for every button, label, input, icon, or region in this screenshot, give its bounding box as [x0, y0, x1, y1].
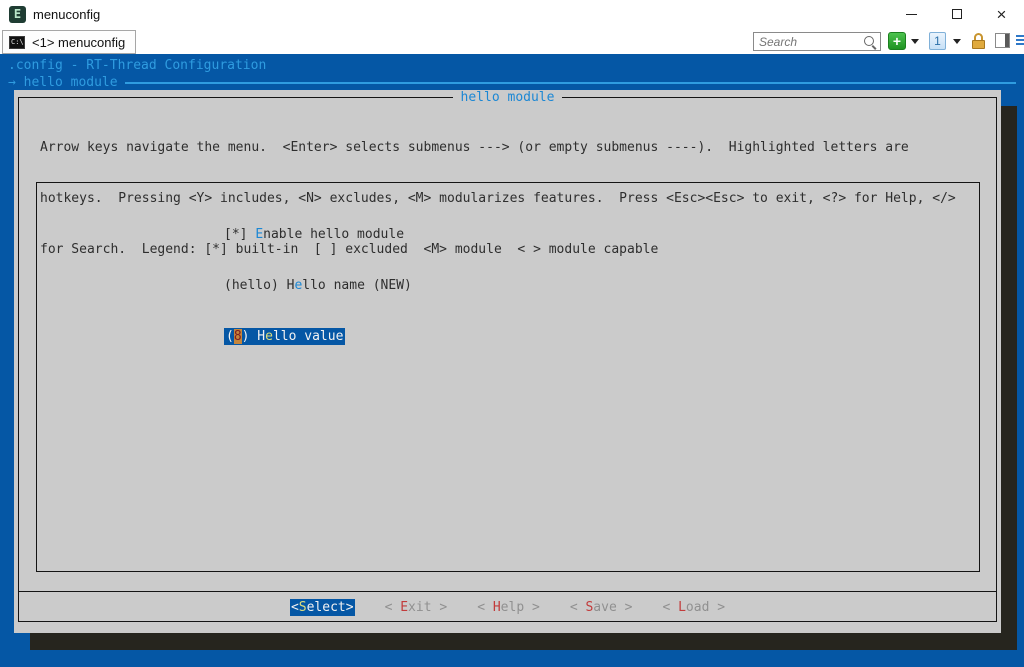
new-console-button[interactable]: + [888, 32, 906, 50]
tab-bar: C:\ <1> menuconfig + 1 [0, 28, 1024, 54]
window-controls: × [889, 0, 1024, 28]
window-number-button[interactable]: 1 [929, 32, 946, 50]
item-hotkey: e [265, 329, 273, 344]
maximize-button[interactable] [934, 0, 979, 28]
menu-box: [*] Enable hello module (hello) Hello na… [36, 182, 980, 572]
breadcrumb-label: → hello module [8, 74, 118, 91]
terminal: .config - RT-Thread Configuration → hell… [0, 54, 1024, 667]
instruction-line: Arrow keys navigate the menu. <Enter> se… [40, 139, 956, 156]
btn-hotkey: S [299, 600, 307, 615]
tab-menuconfig[interactable]: C:\ <1> menuconfig [2, 30, 136, 54]
config-title-line: .config - RT-Thread Configuration [8, 57, 266, 74]
menu-item-hello-name[interactable]: (hello) Hello name (NEW) [224, 277, 412, 294]
tab-label: <1> menuconfig [32, 35, 125, 50]
btn-hotkey: H [493, 600, 501, 615]
help-button[interactable]: < Help > [477, 599, 540, 616]
buttons-separator [18, 591, 997, 592]
btn-text: < [570, 600, 586, 615]
close-button[interactable]: × [979, 0, 1024, 28]
load-button[interactable]: < Load > [662, 599, 725, 616]
selected-row: (8) Hello value [224, 328, 345, 345]
minimize-button[interactable] [889, 0, 934, 28]
menu-items: [*] Enable hello module (hello) Hello na… [224, 192, 412, 379]
item-text: ) H [242, 329, 265, 344]
breadcrumb-rule [125, 82, 1016, 84]
item-text: ( [226, 329, 234, 344]
dialog-title-text: hello module [453, 90, 563, 105]
window-title: menuconfig [33, 7, 100, 22]
btn-text: oad > [686, 600, 725, 615]
save-button[interactable]: < Save > [570, 599, 633, 616]
menu-hamburger-icon[interactable] [1016, 35, 1024, 47]
btn-text: elp > [501, 600, 540, 615]
exit-button[interactable]: < Exit > [385, 599, 448, 616]
select-button[interactable]: <Select> [290, 599, 355, 616]
new-console-dropdown-icon[interactable] [911, 39, 919, 44]
breadcrumb: → hello module [8, 74, 1016, 91]
app-icon: E [9, 6, 26, 23]
btn-text: < [385, 600, 401, 615]
dialog-shadow-right [1001, 106, 1017, 650]
btn-text: < [662, 600, 678, 615]
menu-item-enable-hello-module[interactable]: [*] Enable hello module [224, 226, 412, 243]
minimize-icon [906, 14, 917, 15]
dialog-shadow-bottom [30, 633, 1017, 650]
search-input[interactable] [754, 35, 863, 49]
search-icon [863, 35, 877, 49]
item-hotkey: E [255, 227, 263, 242]
cmd-icon: C:\ [9, 36, 25, 49]
lock-body [972, 40, 985, 49]
item-text: [*] [224, 227, 255, 242]
lock-icon[interactable] [971, 33, 987, 50]
menu-item-hello-value[interactable]: (8) Hello value [224, 328, 412, 345]
btn-text: < [291, 600, 299, 615]
search-box[interactable] [753, 32, 881, 51]
btn-text: ave > [593, 600, 632, 615]
item-text: (hello) H [224, 278, 294, 293]
item-text: llo value [273, 329, 343, 344]
item-text: llo name (NEW) [302, 278, 412, 293]
menuconfig-dialog: hello module Arrow keys navigate the men… [14, 90, 1001, 633]
btn-hotkey: L [678, 600, 686, 615]
cursor-cell: 8 [234, 329, 242, 344]
btn-text: elect> [307, 600, 354, 615]
title-bar: E menuconfig × [0, 0, 1024, 28]
dialog-buttons: <Select> < Exit > < Help > < Save > < Lo… [14, 599, 1001, 616]
btn-text: xit > [408, 600, 447, 615]
close-icon: × [997, 6, 1007, 23]
btn-text: < [477, 600, 493, 615]
maximize-icon [952, 9, 962, 19]
pane-icon[interactable] [995, 33, 1010, 48]
window-dropdown-icon[interactable] [953, 39, 961, 44]
item-text: nable hello module [263, 227, 404, 242]
btn-hotkey: E [400, 600, 408, 615]
